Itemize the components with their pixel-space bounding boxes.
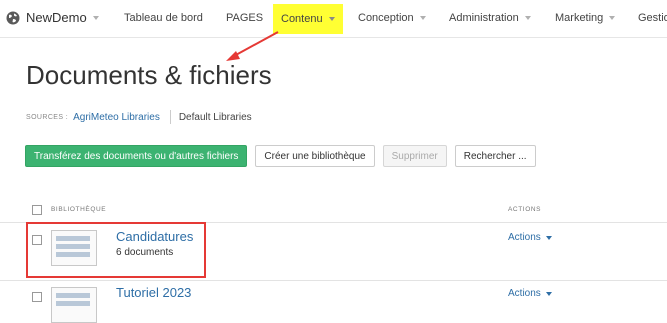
row-actions-label: Actions xyxy=(508,232,541,243)
table-row: Tutoriel 2023 Actions xyxy=(0,281,667,323)
sources-label: SOURCES : xyxy=(26,113,69,121)
sources-filter: SOURCES : AgriMeteo Libraries Default Li… xyxy=(26,110,252,124)
chevron-down-icon xyxy=(609,16,616,20)
site-name: NewDemo xyxy=(26,10,87,25)
chevron-down-icon xyxy=(92,15,99,20)
library-thumbnail[interactable] xyxy=(51,287,97,323)
search-button[interactable]: Rechercher ... xyxy=(454,145,536,167)
sources-divider xyxy=(169,110,171,124)
delete-button[interactable]: Supprimer xyxy=(382,145,447,167)
table-header: BIBLIOTHÈQUE ACTIONS xyxy=(0,200,667,223)
chevron-down-icon xyxy=(524,16,531,20)
nav-item-pages[interactable]: PAGES xyxy=(226,12,263,24)
source-default-libraries[interactable]: Default Libraries xyxy=(179,112,252,123)
nav-item-label: Gestio xyxy=(638,12,667,24)
nav-item-label: Administration xyxy=(449,12,519,24)
annotation-highlight-box xyxy=(26,222,206,278)
page-title: Documents & fichiers xyxy=(26,60,272,90)
nav-item-administration[interactable]: Administration xyxy=(449,12,531,24)
nav-item-label: Marketing xyxy=(555,12,604,24)
nav-item-label: Tableau de bord xyxy=(124,12,203,24)
top-navigation: NewDemo Tableau de bord PAGES Contenu Co… xyxy=(0,0,667,38)
select-all-checkbox[interactable] xyxy=(32,205,42,215)
chevron-down-icon xyxy=(328,17,335,21)
row-actions-menu[interactable]: Actions xyxy=(508,232,552,243)
site-switcher[interactable]: NewDemo xyxy=(6,10,99,25)
nav-item-dashboard[interactable]: Tableau de bord xyxy=(124,12,203,24)
nav-item-marketing[interactable]: Marketing xyxy=(555,12,616,24)
create-library-button[interactable]: Créer une bibliothèque xyxy=(255,145,375,167)
row-actions-menu[interactable]: Actions xyxy=(508,288,552,299)
row-actions-label: Actions xyxy=(508,288,541,299)
row-checkbox[interactable] xyxy=(32,292,42,302)
chevron-down-icon xyxy=(419,16,426,20)
source-link-agrimeteo[interactable]: AgriMeteo Libraries xyxy=(73,112,160,123)
column-header-actions: ACTIONS xyxy=(508,206,542,213)
globe-icon xyxy=(6,11,20,24)
nav-item-label: PAGES xyxy=(226,12,264,24)
library-name[interactable]: Tutoriel 2023 xyxy=(116,285,191,300)
nav-item-design[interactable]: Conception xyxy=(358,12,426,24)
caret-down-icon xyxy=(545,291,552,296)
nav-item-label: Conception xyxy=(358,12,414,24)
nav-item-label: Contenu xyxy=(281,13,323,25)
nav-item-content[interactable]: Contenu xyxy=(273,4,343,34)
nav-item-gestion[interactable]: Gestio xyxy=(638,12,667,24)
caret-down-icon xyxy=(545,235,552,240)
toolbar: Transférez des documents ou d'autres fic… xyxy=(25,145,544,167)
upload-button[interactable]: Transférez des documents ou d'autres fic… xyxy=(25,145,248,167)
column-header-library: BIBLIOTHÈQUE xyxy=(51,206,107,213)
